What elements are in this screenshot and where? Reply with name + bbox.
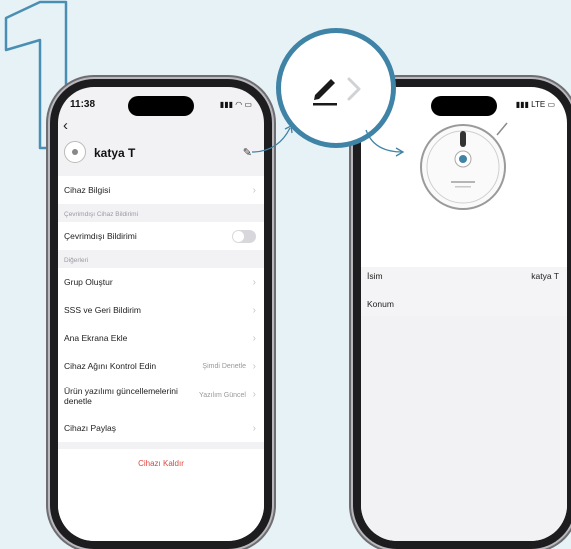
share-device-row[interactable]: Cihazı Paylaş ›: [58, 414, 264, 442]
firmware-label-line1: Ürün yazılımı güncellemelerini: [64, 386, 178, 396]
device-info-row[interactable]: Cihaz Bilgisi ›: [58, 176, 264, 204]
chevron-right-icon: ›: [252, 304, 256, 316]
share-device-label: Cihazı Paylaş: [64, 423, 116, 433]
offline-notification-label: Çevrimdışı Bildirimi: [64, 231, 137, 241]
chevron-right-icon: [347, 77, 361, 101]
network-check-value: Şimdi Denetle: [202, 362, 246, 370]
add-to-home-row[interactable]: Ana Ekrana Ekle ›: [58, 324, 264, 352]
zoom-icons: [313, 77, 361, 106]
location-label[interactable]: Konum: [367, 299, 394, 309]
dynamic-island: [128, 96, 194, 116]
remove-device-button[interactable]: Cihazı Kaldır: [58, 449, 264, 477]
chevron-right-icon: ›: [252, 332, 256, 344]
device-settings-screen: 11:38 ▮▮▮ ◠ ▭ ‹ katya T ✎ Cihaz Bilgisi …: [58, 87, 264, 541]
network-type: LTE: [531, 100, 546, 109]
create-group-row[interactable]: Grup Oluştur ›: [58, 268, 264, 296]
name-label: İsim: [367, 271, 383, 281]
firmware-update-label: Ürün yazılımı güncellemelerini denetle: [64, 386, 178, 406]
chevron-right-icon: ›: [252, 360, 256, 372]
remove-device-label: Cihazı Kaldır: [138, 458, 184, 468]
robot-vacuum-image: [420, 122, 508, 210]
others-section-header: Diğerleri: [64, 257, 89, 264]
network-check-label: Cihaz Ağını Kontrol Edin: [64, 361, 157, 371]
robot-thumbnail: [64, 141, 86, 163]
dynamic-island: [431, 96, 497, 116]
device-name: katya T: [94, 146, 136, 160]
add-to-home-label: Ana Ekrana Ekle: [64, 333, 128, 343]
status-icons: ▮▮▮ ◠ ▭: [219, 100, 252, 109]
faq-feedback-label: SSS ve Geri Bildirim: [64, 305, 141, 315]
pencil-icon: [313, 79, 337, 106]
status-icons: ▮▮▮ LTE ▭: [515, 100, 555, 109]
device-header: katya T ✎: [58, 134, 264, 174]
chevron-right-icon: ›: [252, 184, 256, 196]
empty-area: [361, 316, 567, 541]
left-phone: 11:38 ▮▮▮ ◠ ▭ ‹ katya T ✎ Cihaz Bilgisi …: [50, 79, 272, 549]
firmware-label-line2: denetle: [64, 396, 92, 406]
arrow-to-zoom: [251, 125, 293, 153]
empty-area: [58, 477, 264, 541]
faq-feedback-row[interactable]: SSS ve Geri Bildirim ›: [58, 296, 264, 324]
chevron-right-icon: ›: [252, 389, 256, 400]
device-info-label: Cihaz Bilgisi: [64, 185, 111, 195]
arrow-to-screen: [365, 129, 405, 157]
offline-notification-row: Çevrimdışı Bildirimi: [58, 222, 264, 250]
offline-section-header: Çevrimdışı Cihaz Bildirimi: [64, 211, 139, 218]
create-group-label: Grup Oluştur: [64, 277, 113, 287]
status-time: 11:38: [70, 99, 96, 110]
chevron-right-icon: ›: [252, 276, 256, 288]
firmware-update-value: Yazılım Güncel: [199, 392, 246, 399]
name-value[interactable]: katya T: [531, 271, 559, 281]
firmware-update-row[interactable]: Ürün yazılımı güncellemelerini denetle Y…: [58, 380, 264, 414]
network-check-row[interactable]: Cihaz Ağını Kontrol Edin Şimdi Denetle ›: [58, 352, 264, 380]
back-chevron-icon[interactable]: ‹: [63, 117, 68, 134]
chevron-right-icon: ›: [252, 422, 256, 434]
offline-notification-toggle[interactable]: [232, 229, 256, 243]
